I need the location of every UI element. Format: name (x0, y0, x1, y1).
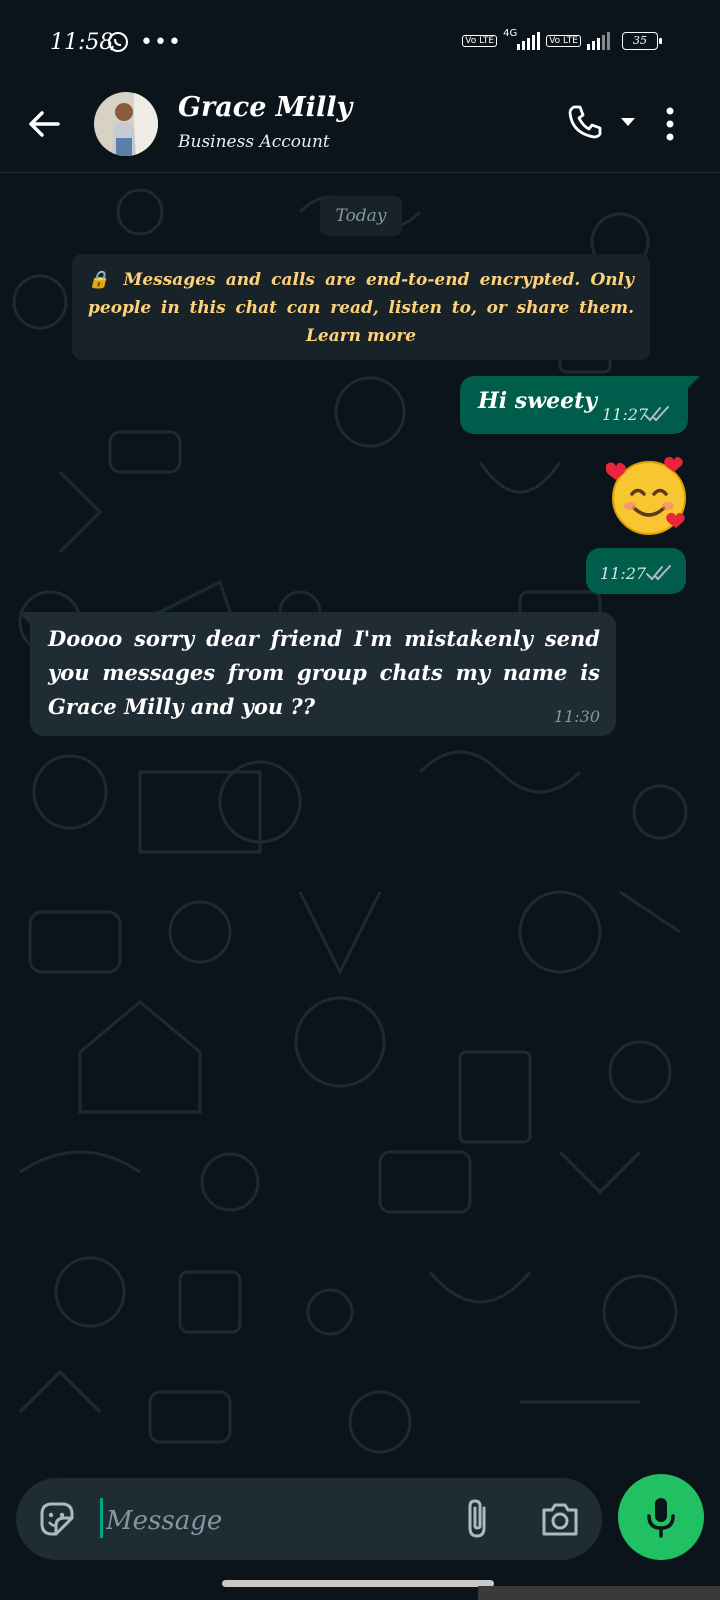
read-ticks-icon (644, 406, 669, 422)
message-time: 11:30 (553, 707, 600, 726)
signal-icon (517, 32, 541, 50)
message-text: Hi sweety (478, 388, 598, 414)
message-bubble-incoming[interactable]: Doooo sorry dear friend I'm mistakenly s… (18, 612, 616, 736)
more-vertical-icon[interactable] (664, 106, 676, 142)
avatar[interactable] (94, 92, 158, 156)
message-text: Doooo sorry dear friend I'm mistakenly s… (48, 626, 600, 719)
message-bubble-outgoing[interactable]: 11:27 (586, 548, 686, 594)
attach-icon[interactable] (462, 1498, 494, 1540)
date-chip: Today (320, 196, 402, 236)
nav-bar-segment (478, 1586, 720, 1600)
back-arrow-icon[interactable] (26, 106, 62, 142)
signal-icon-2 (587, 32, 610, 50)
battery-icon: 35 (622, 32, 662, 50)
status-time: 11:58 (50, 30, 114, 55)
message-time: 11:27 (602, 405, 649, 424)
home-gesture-handle[interactable] (222, 1580, 494, 1587)
chat-header: Grace Milly Business Account (0, 88, 720, 173)
message-input[interactable] (100, 1498, 408, 1544)
message-composer (16, 1478, 602, 1560)
status-indicators: Vo LTE 4G Vo LTE 35 (462, 28, 662, 50)
caret-down-icon[interactable] (620, 116, 636, 128)
volte-icon-2: Vo LTE (546, 35, 581, 47)
learn-more-link[interactable]: Learn more (306, 326, 416, 346)
more-notifications-icon: ••• (140, 30, 182, 55)
volte-icon: Vo LTE (462, 35, 498, 47)
lock-icon: 🔒 (88, 270, 114, 290)
mic-button[interactable] (618, 1474, 704, 1560)
encryption-text: Messages and calls are end-to-end encryp… (88, 270, 634, 318)
encryption-notice[interactable]: 🔒 Messages and calls are end-to-end encr… (72, 254, 650, 360)
phone-icon[interactable] (566, 103, 602, 139)
system-nav-bar (0, 1568, 720, 1600)
network-type: 4G (503, 27, 518, 39)
contact-subtitle[interactable]: Business Account (178, 132, 330, 152)
message-bubble-outgoing[interactable]: Hi sweety 11:27 (460, 376, 700, 434)
chat-wallpaper (0, 172, 720, 1472)
contact-name[interactable]: Grace Milly (178, 92, 352, 123)
whatsapp-notification-icon (106, 30, 130, 58)
read-ticks-icon (646, 565, 671, 581)
mic-icon (647, 1498, 675, 1538)
smiling-face-with-hearts-emoji[interactable] (605, 454, 692, 540)
message-time: 11:27 (600, 564, 647, 583)
camera-icon[interactable] (540, 1500, 580, 1538)
status-bar: 11:58 ••• Vo LTE 4G Vo LTE 35 (0, 0, 720, 88)
sticker-icon[interactable] (38, 1500, 76, 1538)
